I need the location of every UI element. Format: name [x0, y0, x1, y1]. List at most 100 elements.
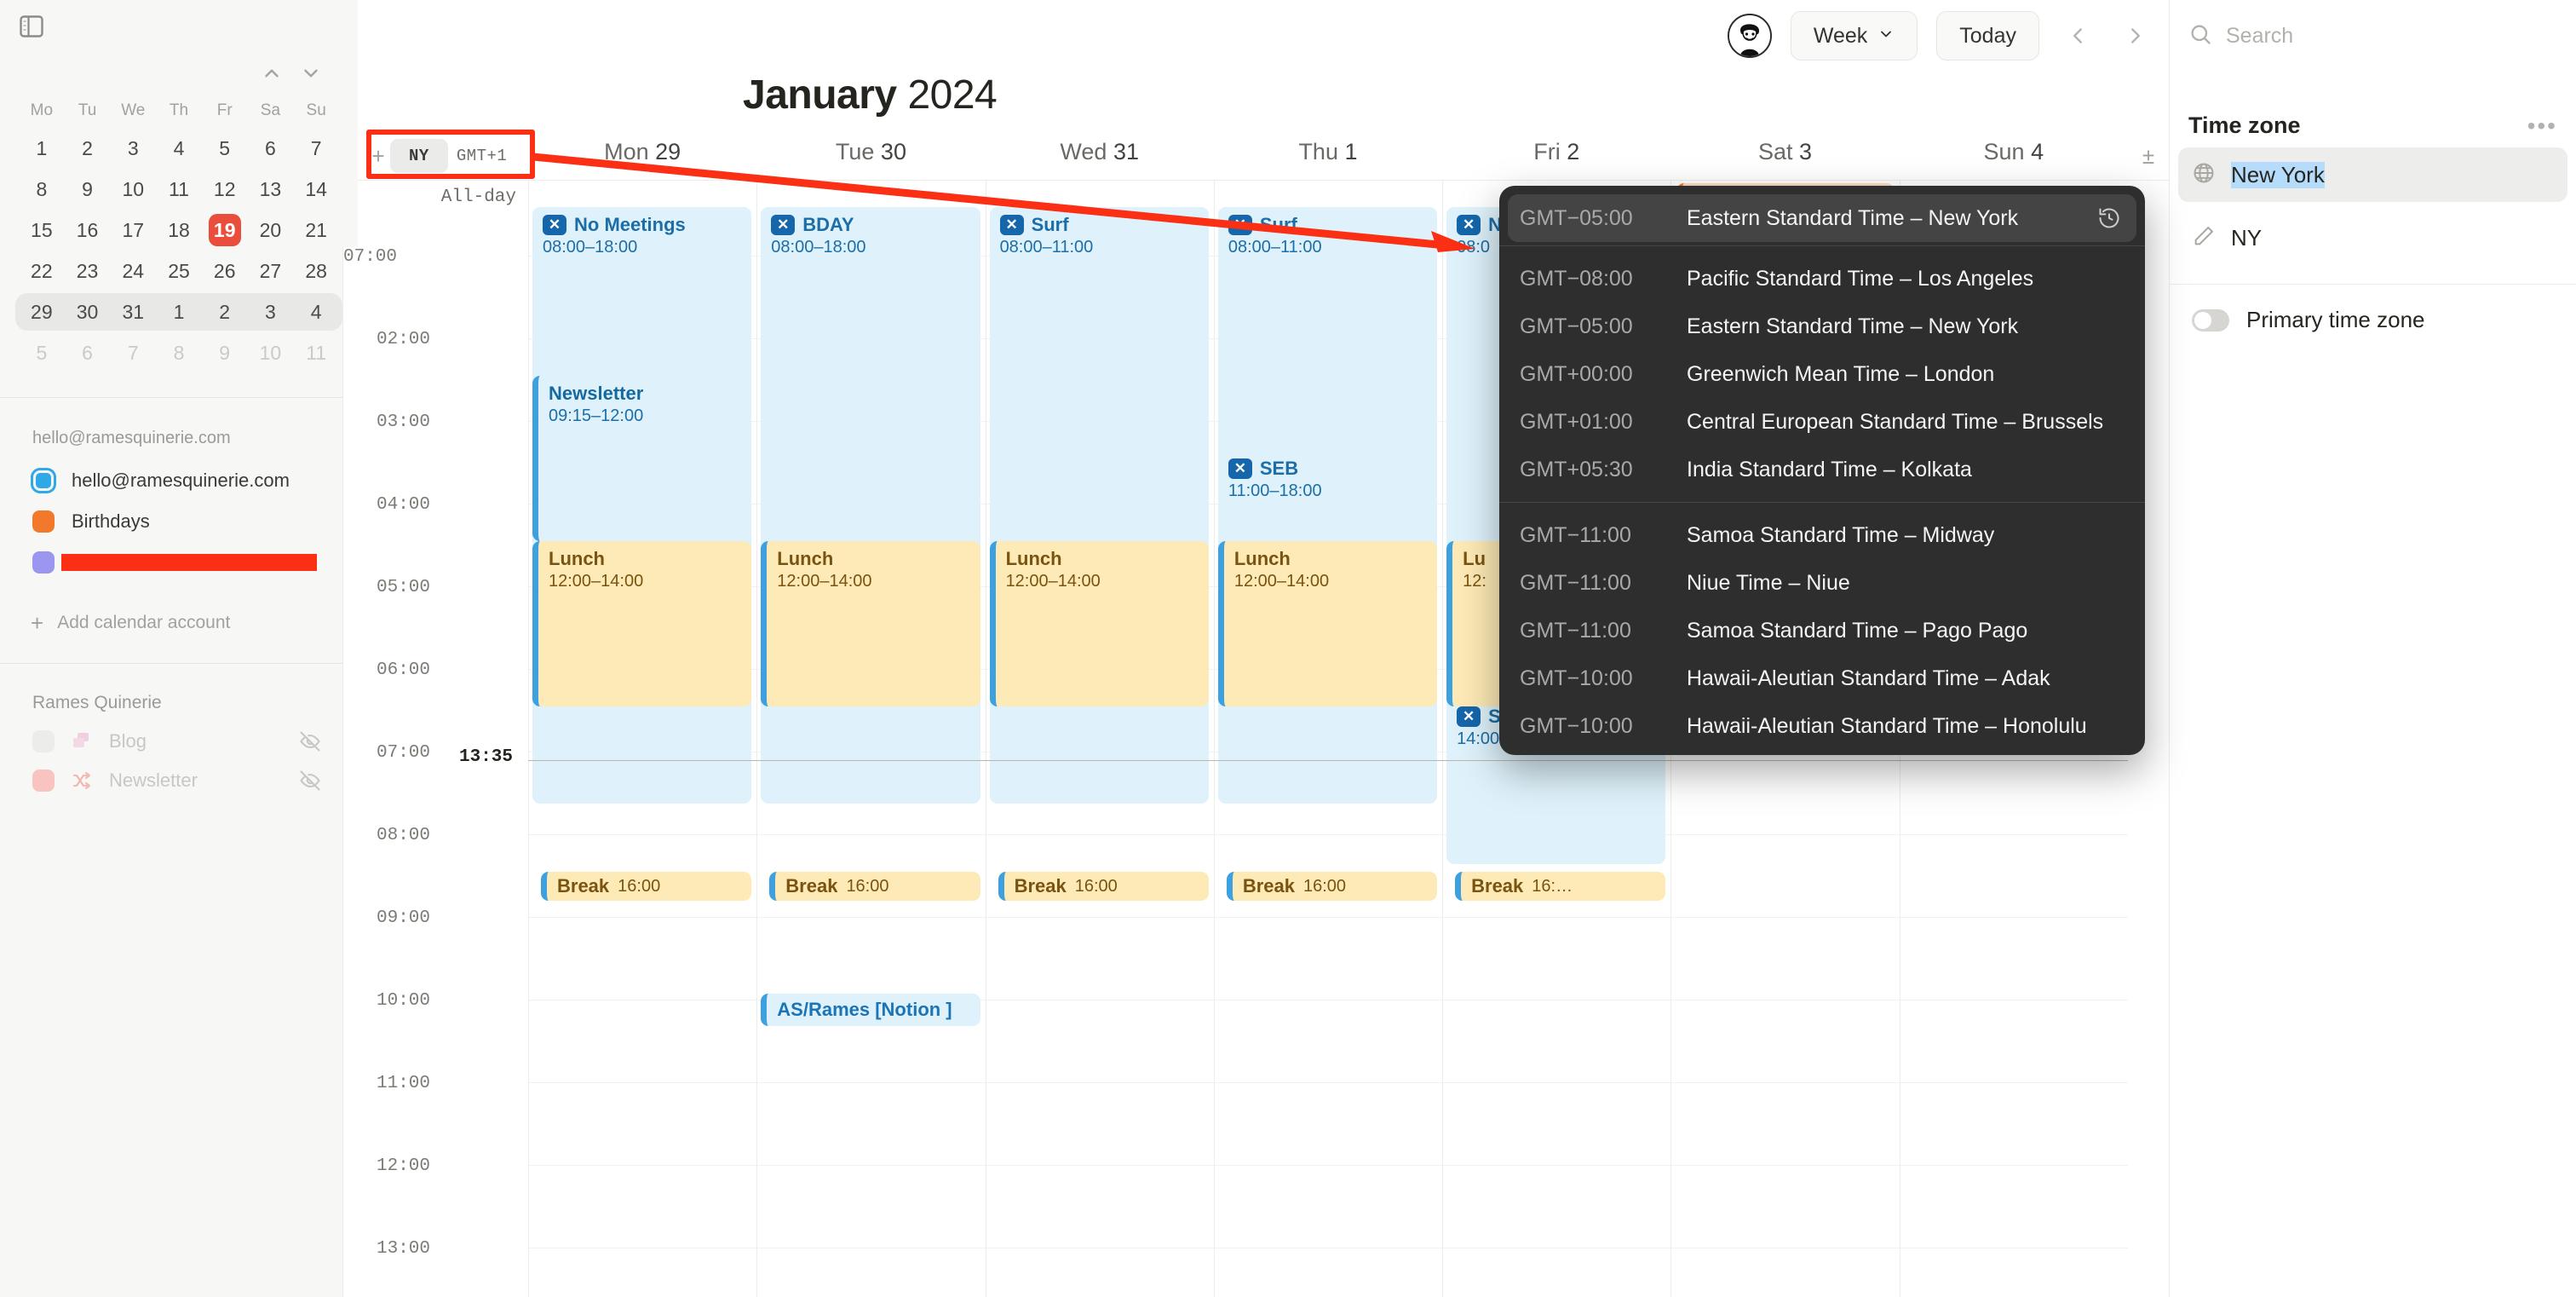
search-bar[interactable]: Search — [2170, 0, 2576, 72]
workspace-color-swatch[interactable] — [32, 770, 55, 792]
calendar-event[interactable]: Lunch 12:00–14:00 — [989, 541, 1209, 706]
zoom-plus-minus-icon[interactable]: ± — [2128, 132, 2169, 180]
calendar-event[interactable]: Break 16:00 — [541, 872, 752, 901]
mini-cal-day[interactable]: 30 — [65, 302, 111, 322]
mini-cal-day[interactable]: 24 — [110, 261, 156, 281]
toggle-sidebar-icon[interactable] — [17, 12, 46, 41]
mini-cal-week-row[interactable]: 5 6 7 8 9 10 11 — [19, 332, 339, 373]
previous-week-icon[interactable] — [2058, 16, 2097, 55]
primary-timezone-toggle[interactable] — [2192, 308, 2229, 331]
mini-cal-day[interactable]: 12 — [202, 179, 248, 199]
mini-cal-day[interactable]: 7 — [110, 343, 156, 363]
more-horizontal-icon[interactable]: ••• — [2527, 113, 2557, 138]
mini-cal-day[interactable]: 5 — [202, 138, 248, 159]
mini-cal-day[interactable]: 15 — [19, 220, 65, 240]
mini-cal-day[interactable]: 25 — [156, 261, 202, 281]
calendar-event[interactable]: AS/Rames [Notion ] — [761, 994, 980, 1026]
calendar-color-swatch[interactable] — [32, 470, 55, 492]
calendar-event[interactable]: Newsletter 09:15–12:00 — [532, 376, 752, 541]
calendar-event[interactable]: Break 16:00 — [1226, 872, 1438, 901]
mini-cal-day[interactable]: 18 — [156, 220, 202, 240]
mini-cal-day[interactable]: 17 — [110, 220, 156, 240]
timezone-label-value[interactable]: NY — [2231, 225, 2262, 251]
timezone-option-selected[interactable]: GMT−05:00 Eastern Standard Time – New Yo… — [1508, 194, 2136, 242]
timezone-chip-gmt1[interactable]: GMT+1 — [448, 139, 516, 173]
mini-cal-day[interactable]: 26 — [202, 261, 248, 281]
timezone-chip-ny[interactable]: NY — [390, 139, 448, 173]
calendar-list-item[interactable]: Birthdays — [0, 501, 358, 542]
day-header-thu[interactable]: Thu 1 — [1214, 132, 1442, 180]
mini-cal-day[interactable]: 8 — [19, 179, 65, 199]
mini-cal-next-icon[interactable] — [298, 61, 324, 86]
calendar-color-swatch[interactable] — [32, 510, 55, 533]
mini-cal-day[interactable]: 20 — [248, 220, 294, 240]
timezone-option[interactable]: GMT−11:00 Niue Time – Niue — [1499, 559, 2145, 607]
mini-cal-day[interactable]: 23 — [65, 261, 111, 281]
timezone-option[interactable]: GMT+00:00 Greenwich Mean Time – London — [1499, 350, 2145, 398]
primary-timezone-row[interactable]: Primary time zone — [2170, 285, 2576, 333]
timezone-option[interactable]: GMT−10:00 Hawaii-Aleutian Standard Time –… — [1499, 654, 2145, 702]
mini-cal-day[interactable]: 6 — [248, 138, 294, 159]
timezone-option[interactable]: GMT+01:00 Central European Standard Time … — [1499, 398, 2145, 446]
calendar-event[interactable]: Break 16:00 — [998, 872, 1209, 901]
search-input[interactable]: Search — [2226, 24, 2293, 49]
mini-cal-day[interactable]: 8 — [156, 343, 202, 363]
timezone-option[interactable]: GMT−05:00 Eastern Standard Time – New Yor… — [1499, 303, 2145, 350]
next-week-icon[interactable] — [2116, 16, 2155, 55]
mini-cal-day[interactable]: 16 — [65, 220, 111, 240]
day-header-mon[interactable]: Mon 29 — [528, 132, 756, 180]
mini-cal-week-row[interactable]: 22 23 24 25 26 27 28 — [19, 251, 339, 291]
add-timezone-icon[interactable]: + — [366, 143, 390, 170]
mini-cal-day[interactable]: 1 — [156, 302, 202, 322]
mini-cal-day[interactable]: 22 — [19, 261, 65, 281]
mini-cal-day[interactable]: 4 — [293, 302, 339, 322]
workspace-item[interactable]: Newsletter — [0, 761, 358, 800]
workspace-item[interactable]: Blog — [0, 722, 358, 761]
calendar-color-swatch[interactable] — [32, 551, 55, 574]
timezone-location-row[interactable]: New York — [2178, 147, 2567, 202]
calendar-event[interactable]: ✕ Surf 08:00–11:00 — [1217, 207, 1438, 374]
calendar-list-item[interactable] — [0, 542, 358, 583]
view-selector-button[interactable]: Week — [1790, 11, 1918, 61]
mini-cal-day[interactable]: 13 — [248, 179, 294, 199]
calendar-event[interactable]: ✕ SEB 11:00–18:00 — [1217, 451, 1438, 541]
mini-cal-day[interactable]: 21 — [293, 220, 339, 240]
mini-cal-week-row[interactable]: 1234567 — [19, 128, 339, 169]
day-header-sat[interactable]: Sat 3 — [1670, 132, 1899, 180]
add-calendar-account-button[interactable]: + Add calendar account — [0, 583, 358, 634]
calendar-event[interactable]: Lunch 12:00–14:00 — [761, 541, 980, 706]
timezone-location-value[interactable]: New York — [2231, 161, 2325, 188]
day-column-thu[interactable]: ✕ Surf 08:00–11:00 ✕ SEB 11:00–18:00 Lunch 12:0… — [1213, 207, 1443, 1297]
day-column-mon[interactable]: ✕ No Meetings 08:00–18:00 Newsletter 09:15–1… — [528, 207, 757, 1297]
timezone-option[interactable]: GMT−10:00 Hawaii-Aleutian Standard Time –… — [1499, 702, 2145, 750]
timezone-option[interactable]: GMT−08:00 Pacific Standard Time – Los Ang… — [1499, 255, 2145, 303]
mini-cal-day[interactable]: 3 — [110, 138, 156, 159]
calendar-event[interactable]: Lunch 12:00–14:00 — [532, 541, 752, 706]
mini-cal-week-row[interactable]: 15 16 17 18 19 20 21 — [19, 210, 339, 251]
mini-cal-day[interactable]: 31 — [110, 302, 156, 322]
calendar-event[interactable]: ✕ Surf 08:00–11:00 — [989, 207, 1209, 374]
mini-cal-day[interactable]: 10 — [110, 179, 156, 199]
mini-cal-day[interactable]: 7 — [293, 138, 339, 159]
mini-cal-day[interactable]: 9 — [65, 179, 111, 199]
mini-cal-day[interactable]: 6 — [65, 343, 111, 363]
eye-off-icon[interactable] — [298, 729, 322, 753]
avatar[interactable] — [1727, 14, 1772, 58]
calendar-event[interactable]: ✕ No Meetings 08:00–18:00 — [532, 207, 752, 374]
calendar-list-item[interactable]: hello@ramesquinerie.com — [0, 460, 358, 501]
mini-cal-day[interactable]: 1 — [19, 138, 65, 159]
mini-cal-day[interactable]: 11 — [293, 343, 339, 363]
day-column-wed[interactable]: ✕ Surf 08:00–11:00 Lunch 12:00–14:00 Break 16:… — [985, 207, 1214, 1297]
mini-cal-week-row[interactable]: 8 9 10 11 12 13 14 — [19, 169, 339, 210]
mini-cal-day[interactable]: 27 — [248, 261, 294, 281]
mini-cal-day[interactable]: 9 — [202, 343, 248, 363]
day-column-tue[interactable]: ✕ BDAY 08:00–18:00 Lunch 12:00–14:00 Break 16:… — [756, 207, 986, 1297]
calendar-event[interactable]: Break 16:… — [1455, 872, 1666, 901]
day-header-tue[interactable]: Tue 30 — [756, 132, 985, 180]
timezone-option[interactable]: GMT−11:00 Samoa Standard Time – Midway — [1499, 511, 2145, 559]
workspace-color-swatch[interactable] — [32, 730, 55, 752]
timezone-option[interactable]: GMT−11:00 Samoa Standard Time – Pago Pago — [1499, 607, 2145, 654]
day-header-fri[interactable]: Fri 2 — [1442, 132, 1670, 180]
mini-cal-day[interactable]: 29 — [19, 302, 65, 322]
calendar-event[interactable]: Break 16:00 — [769, 872, 980, 901]
